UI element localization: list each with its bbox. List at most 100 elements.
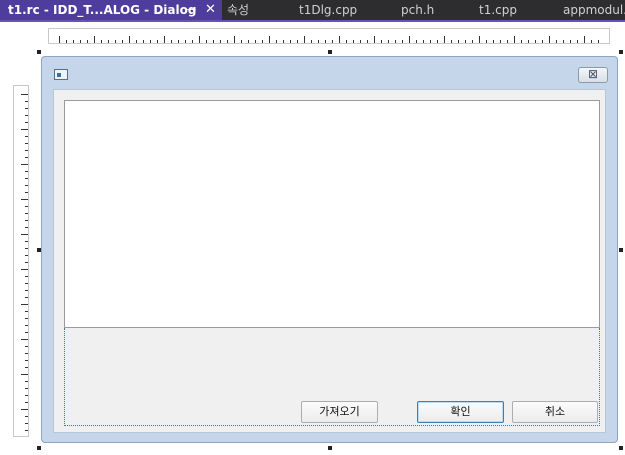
tab-t1dlg-cpp[interactable]: t1Dlg.cpp [299,0,389,20]
resize-handle-bottom-right[interactable] [619,446,623,450]
ruler-tick [25,171,28,172]
horizontal-ruler[interactable] [48,28,610,44]
ruler-tick [94,36,95,43]
ruler-tick [157,40,158,43]
ruler-tick [25,220,28,221]
ruler-tick [25,241,28,242]
tab-label: pch.h [401,3,435,17]
ruler-tick [290,40,291,43]
resize-handle-right[interactable] [619,248,623,252]
dialog-client-area: 가져오기 확인 취소 [53,89,606,433]
ruler-tick [577,40,578,43]
ruler-tick [129,36,130,43]
pin-icon[interactable]: ⊸ [187,0,196,20]
ruler-tick [87,40,88,43]
ruler-tick [402,40,403,43]
close-icon[interactable]: ✕ [205,0,216,20]
ruler-tick [25,262,28,263]
ruler-tick [584,36,585,43]
ruler-tick [367,40,368,43]
ruler-tick [21,339,28,340]
resize-handle-bottom-left[interactable] [37,446,41,450]
ruler-tick [437,40,438,43]
ruler-tick [25,192,28,193]
document-tab-bar: t1.rc - IDD_T...ALOG - Dialog ⊸ ✕ 속성 t1D… [0,0,625,20]
ruler-tick [213,40,214,43]
resize-handle-top-left[interactable] [37,50,41,54]
ruler-tick [25,416,28,417]
dialog-preview[interactable]: ⊠ 가져오기 확인 취소 [41,56,618,443]
ruler-tick [199,36,200,43]
ruler-tick [25,290,28,291]
tab-label: 속성 [227,3,250,17]
ruler-tick [556,40,557,43]
ruler-tick [25,101,28,102]
ruler-tick [59,36,60,43]
ruler-tick [25,150,28,151]
ruler-tick [444,36,445,43]
ruler-tick [234,36,235,43]
dialog-app-icon [54,69,68,80]
content-box-control[interactable] [64,100,600,328]
ruler-tick [535,40,536,43]
ruler-tick [80,40,81,43]
tab-label: t1Dlg.cpp [299,3,358,17]
ruler-tick [25,402,28,403]
ruler-tick [136,40,137,43]
ruler-tick [21,374,28,375]
ruler-tick [25,360,28,361]
ruler-tick [262,40,263,43]
tab-t1-rc-dialog[interactable]: t1.rc - IDD_T...ALOG - Dialog ⊸ ✕ [0,0,222,20]
tab-appmodul-cpp[interactable]: appmodul.c [563,0,625,20]
ruler-tick [25,227,28,228]
dialog-close-icon[interactable]: ⊠ [578,67,608,83]
ruler-tick [171,40,172,43]
resize-handle-top[interactable] [328,50,332,54]
resize-handle-bottom[interactable] [328,446,332,450]
ruler-tick [332,40,333,43]
tab-properties[interactable]: 속성 [227,0,287,20]
tab-label: appmodul.c [563,3,625,17]
ruler-tick [283,40,284,43]
ruler-tick [451,40,452,43]
ruler-tick [311,40,312,43]
ruler-tick [21,234,28,235]
ruler-tick [25,388,28,389]
ruler-tick [25,325,28,326]
ruler-tick [25,255,28,256]
cancel-button[interactable]: 취소 [512,401,598,423]
ruler-tick [430,40,431,43]
ruler-tick [25,213,28,214]
ruler-tick [241,40,242,43]
ruler-tick [528,40,529,43]
ruler-tick [25,206,28,207]
ruler-tick [25,248,28,249]
tab-label: t1.cpp [479,3,517,17]
ruler-tick [25,122,28,123]
import-button[interactable]: 가져오기 [301,401,378,423]
ruler-tick [304,36,305,43]
ruler-tick [25,430,28,431]
ruler-tick [248,40,249,43]
ruler-tick [21,129,28,130]
ruler-tick [66,40,67,43]
ruler-tick [108,40,109,43]
tab-t1-cpp[interactable]: t1.cpp [479,0,555,20]
ruler-tick [255,40,256,43]
tab-pch-h[interactable]: pch.h [401,0,471,20]
ruler-tick [25,346,28,347]
vertical-ruler[interactable] [13,85,29,437]
ok-button[interactable]: 확인 [417,401,504,423]
ruler-tick [549,36,550,43]
ruler-tick [591,40,592,43]
ruler-tick [25,367,28,368]
ruler-tick [25,332,28,333]
ruler-tick [514,36,515,43]
ruler-tick [570,40,571,43]
ruler-tick [185,40,186,43]
ruler-tick [353,40,354,43]
ruler-tick [25,423,28,424]
resize-handle-top-right[interactable] [619,50,623,54]
ruler-tick [472,40,473,43]
ruler-tick [598,40,599,43]
